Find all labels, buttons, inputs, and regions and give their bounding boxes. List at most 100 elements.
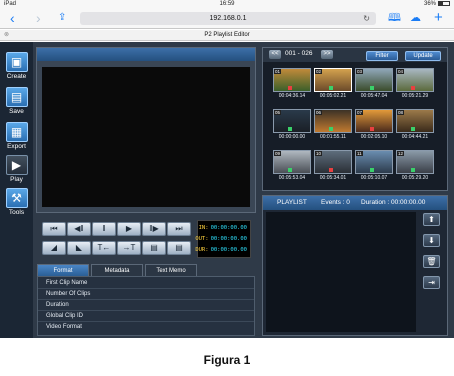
- export-icon: ▦: [5, 122, 28, 142]
- tab-title[interactable]: P2 Playlist Editor: [0, 32, 454, 38]
- clip-thumbnail[interactable]: 03 00:05:47.04: [355, 68, 393, 102]
- clip-thumbnail[interactable]: 08 00:04:44.21: [396, 109, 434, 143]
- chevron-left-icon[interactable]: ‹: [10, 10, 15, 26]
- clip-image: 03: [355, 68, 393, 92]
- clip-duration: 00:05:10.07: [360, 175, 388, 181]
- clip-image: 07: [355, 109, 393, 133]
- trash-icon: 🗑: [426, 257, 437, 266]
- playlist-events: Events : 0: [321, 199, 350, 206]
- clip-duration: 00:05:21.29: [401, 93, 429, 99]
- move-up-button[interactable]: ⬆: [423, 213, 440, 226]
- play-transport-button[interactable]: ▶: [117, 222, 141, 236]
- clip-image: 06: [314, 109, 352, 133]
- play-button[interactable]: ▶ Play: [3, 155, 30, 183]
- format-properties: First Clip Name Number Of Clips Duration…: [37, 276, 255, 336]
- skip-to-start-button[interactable]: ⏮: [42, 222, 66, 236]
- insert-before-button[interactable]: ▤: [142, 241, 166, 255]
- tools-icon: ⚒: [5, 188, 28, 208]
- create-button[interactable]: ▣ Create: [3, 52, 30, 80]
- clip-thumbnail[interactable]: 07 00:02:05.10: [355, 109, 393, 143]
- export-label: Export: [7, 143, 26, 150]
- delete-button[interactable]: 🗑: [423, 255, 440, 268]
- clip-thumbnail[interactable]: 02 00:05:02.21: [314, 68, 352, 102]
- clip-marker-icon: [329, 168, 333, 172]
- export-button[interactable]: ▦ Export: [3, 122, 30, 150]
- chevron-right-icon[interactable]: ›: [36, 10, 41, 26]
- clip-image: 04: [396, 68, 434, 92]
- clip-number: 03: [356, 69, 364, 74]
- clip-number: 06: [315, 110, 323, 115]
- clip-thumbnail[interactable]: 10 00:05:34.01: [314, 150, 352, 184]
- clip-thumbnail[interactable]: 05 00:00:00.00: [273, 109, 311, 143]
- clip-thumbnail[interactable]: 12 00:05:29.20: [396, 150, 434, 184]
- goto-in-button[interactable]: T←: [92, 241, 116, 255]
- preview-header: [37, 48, 255, 61]
- insert-after-button[interactable]: ▤: [167, 241, 191, 255]
- clip-marker-icon: [288, 168, 292, 172]
- create-label: Create: [6, 73, 27, 80]
- clip-duration: 00:02:05.10: [360, 134, 388, 140]
- tab-format[interactable]: Format: [37, 264, 89, 276]
- clip-image: 09: [273, 150, 311, 174]
- timecode-display: IN: 00:00:00.00 OUT: 00:00:00.00 DUR: 00:00…: [195, 220, 251, 258]
- clip-duration: 00:01:55.11: [319, 134, 347, 140]
- clip-number: 01: [274, 69, 282, 74]
- tab-text-memo[interactable]: Text Memo: [145, 264, 197, 276]
- mark-out-button[interactable]: ◣: [67, 241, 91, 255]
- clip-number: 04: [397, 69, 405, 74]
- tools-button[interactable]: ⚒ Tools: [3, 188, 30, 216]
- update-button[interactable]: Update: [405, 51, 441, 61]
- clip-thumbnail[interactable]: 01 00:04:36.14: [273, 68, 311, 102]
- clip-number: 12: [397, 151, 405, 156]
- property-first-clip-name: First Clip Name: [38, 278, 254, 289]
- step-back-button[interactable]: ◀‖: [67, 222, 91, 236]
- previous-page-button[interactable]: <<: [269, 50, 281, 59]
- play-label: Play: [10, 176, 23, 183]
- split-button[interactable]: ⇥: [423, 276, 440, 289]
- clip-image: 12: [396, 150, 434, 174]
- address-bar[interactable]: 192.168.0.1 ↻: [80, 12, 376, 25]
- playlist-title: PLAYLIST: [277, 199, 307, 206]
- duration-timecode: DUR: 00:00:00.00: [195, 247, 247, 253]
- clip-marker-icon: [370, 168, 374, 172]
- clip-duration: 00:05:47.04: [360, 93, 388, 99]
- clip-marker-icon: [411, 86, 415, 90]
- clip-image: 01: [273, 68, 311, 92]
- playlist-list[interactable]: [266, 212, 416, 332]
- clip-number: 05: [274, 110, 282, 115]
- goto-out-button[interactable]: →T: [117, 241, 141, 255]
- playlist-header: PLAYLIST Events : 0 Duration : 00:00:00.…: [263, 196, 447, 210]
- clip-thumbnail[interactable]: 09 00:05:53.04: [273, 150, 311, 184]
- share-icon[interactable]: ⇪: [58, 10, 66, 26]
- mark-in-button[interactable]: ◢: [42, 241, 66, 255]
- book-icon[interactable]: 🕮: [388, 10, 401, 26]
- clip-number: 02: [315, 69, 323, 74]
- playlist-duration: Duration : 00:00:00.00: [361, 199, 426, 206]
- browser-toolbar: ‹ › ⇪ 192.168.0.1 ↻ 🕮 ☁ +: [0, 9, 454, 29]
- clip-image: 10: [314, 150, 352, 174]
- clip-duration: 00:04:44.21: [401, 134, 429, 140]
- split-icon: ⇥: [428, 278, 435, 287]
- step-forward-button[interactable]: ‖▶: [142, 222, 166, 236]
- property-global-clip-id: Global Clip ID: [38, 311, 254, 322]
- video-preview[interactable]: [42, 67, 250, 207]
- move-down-button[interactable]: ⬇: [423, 234, 440, 247]
- reload-icon[interactable]: ↻: [363, 12, 370, 25]
- save-icon: ▤: [5, 87, 28, 107]
- status-bar: iPad 16:59 36%: [0, 0, 454, 9]
- tab-metadata[interactable]: Metadata: [91, 264, 143, 276]
- save-button[interactable]: ▤ Save: [3, 87, 30, 115]
- clip-thumbnail[interactable]: 04 00:05:21.29: [396, 68, 434, 102]
- skip-to-end-button[interactable]: ⏭: [167, 222, 191, 236]
- pause-button[interactable]: ‖: [92, 222, 116, 236]
- clip-thumbnail[interactable]: 06 00:01:55.11: [314, 109, 352, 143]
- property-duration: Duration: [38, 300, 254, 311]
- battery-icon: [438, 1, 450, 6]
- clip-image: 11: [355, 150, 393, 174]
- battery-indicator: 36%: [424, 1, 450, 7]
- filter-button[interactable]: Filter: [366, 51, 398, 61]
- cloud-icon[interactable]: ☁: [410, 10, 421, 26]
- clip-thumbnail[interactable]: 11 00:05:10.07: [355, 150, 393, 184]
- plus-icon[interactable]: +: [434, 10, 443, 26]
- next-page-button[interactable]: >>: [321, 50, 333, 59]
